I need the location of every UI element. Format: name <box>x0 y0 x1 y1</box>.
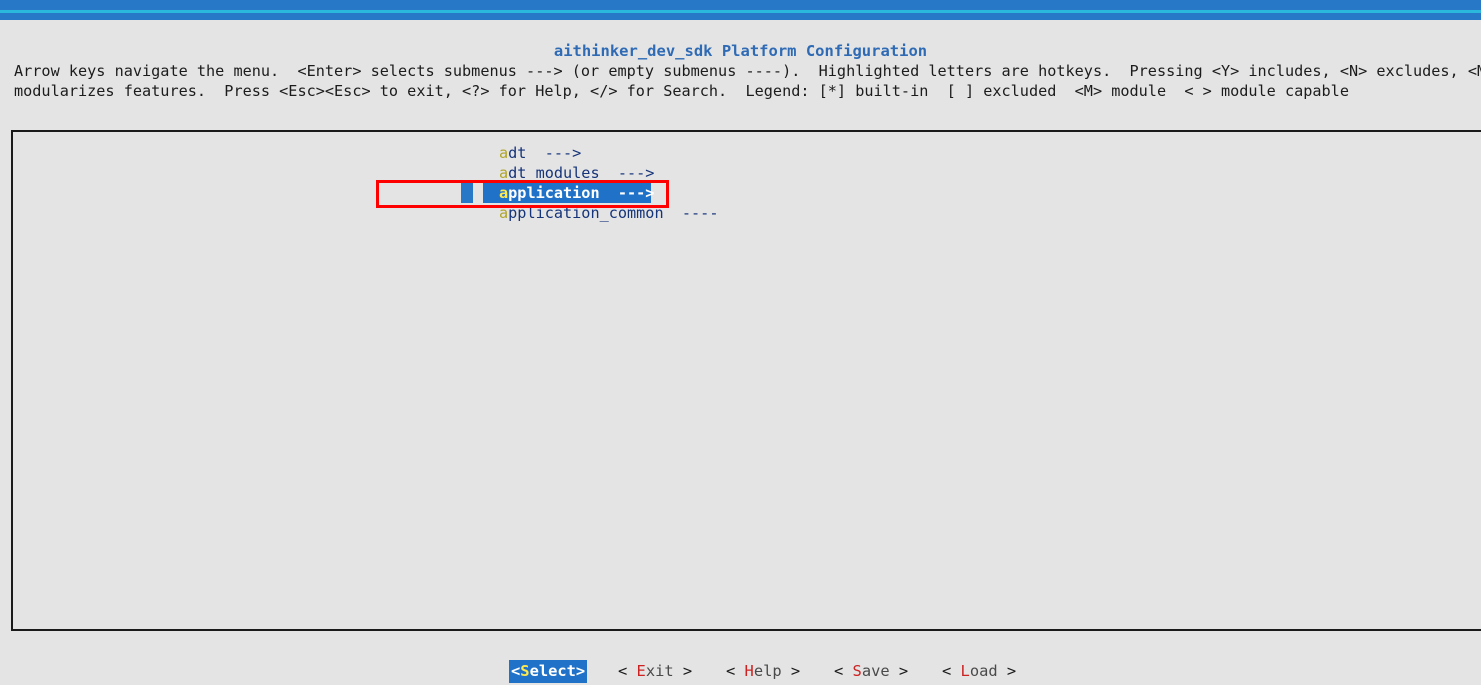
menu-item-hotkey: a <box>499 144 509 162</box>
menu-item-hotkey: a <box>499 204 509 222</box>
save-button[interactable]: < Save > <box>834 660 908 683</box>
button-hotkey: H <box>744 662 754 680</box>
button-label: elp <box>753 662 782 680</box>
button-hotkey: S <box>852 662 862 680</box>
button-hotkey: L <box>960 662 970 680</box>
page-title: aithinker_dev_sdk Platform Configuration <box>553 42 928 60</box>
menu-item-application[interactable]: application ---> <box>461 183 1045 203</box>
button-label: xit <box>645 662 674 680</box>
menuconfig-header: aithinker_dev_sdk Platform Configuration… <box>0 20 1481 100</box>
menu-item-hotkey: a <box>499 184 509 202</box>
button-open-bracket: < <box>618 662 637 680</box>
menu-item-label: application ---> <box>485 184 654 202</box>
menu-item-label: adt_modules ---> <box>485 164 654 182</box>
button-label: ave <box>861 662 890 680</box>
help-text-line-1: Arrow keys navigate the menu. <Enter> se… <box>14 62 1481 80</box>
load-button[interactable]: < Load > <box>942 660 1016 683</box>
title-bar-accent-line <box>0 10 1481 13</box>
button-open-bracket: < <box>726 662 745 680</box>
button-hotkey: E <box>636 662 646 680</box>
button-close-bracket: > <box>575 662 586 680</box>
selection-marker <box>461 183 473 203</box>
menu-item-label: application_common ---- <box>485 204 718 222</box>
menu-item-label: adt ---> <box>485 144 581 162</box>
menu-item-text: dt ---> <box>508 144 582 162</box>
button-label: elect <box>529 662 576 680</box>
menu-list[interactable]: adt ---> adt_modules ---> application --->… <box>461 143 1045 223</box>
button-close-bracket: > <box>889 662 909 680</box>
menu-panel: adt ---> adt_modules ---> application --->… <box>11 130 1481 631</box>
help-button[interactable]: < Help > <box>726 660 800 683</box>
button-close-bracket: > <box>781 662 801 680</box>
window-title-bar <box>0 0 1481 20</box>
select-button[interactable]: <Select> <box>509 660 588 683</box>
menu-item-text: dt_modules ---> <box>508 164 655 182</box>
button-open-bracket: < <box>834 662 853 680</box>
button-close-bracket: > <box>997 662 1017 680</box>
button-close-bracket: > <box>673 662 693 680</box>
menu-item-adt_modules[interactable]: adt_modules ---> <box>485 163 1045 183</box>
button-hotkey: S <box>520 662 530 680</box>
exit-button[interactable]: < Exit > <box>618 660 692 683</box>
menu-item-application_common[interactable]: application_common ---- <box>485 203 1045 223</box>
menu-item-text: pplication_common ---- <box>508 204 719 222</box>
menu-item-hotkey: a <box>499 164 509 182</box>
menu-item-adt[interactable]: adt ---> <box>485 143 1045 163</box>
action-button-bar: <Select> < Exit > < Help > < Save > < Load > <box>0 660 1481 685</box>
button-open-bracket: < <box>942 662 961 680</box>
button-open-bracket: < <box>511 662 521 680</box>
button-label: oad <box>969 662 998 680</box>
help-text-line-2: modularizes features. Press <Esc><Esc> t… <box>14 82 1349 100</box>
menu-item-text: pplication ---> <box>508 184 655 202</box>
